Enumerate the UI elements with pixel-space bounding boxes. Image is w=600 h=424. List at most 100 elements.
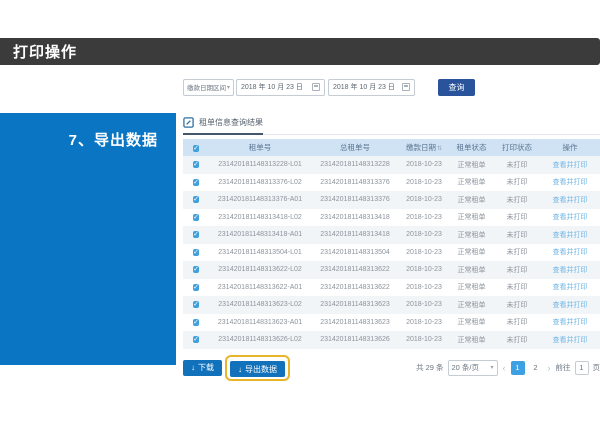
- row-checkbox[interactable]: ✓: [193, 214, 199, 221]
- col-master-no: 总租单号: [311, 142, 399, 153]
- cell-master-no: 231420181148313376: [311, 196, 399, 203]
- goto-page-input[interactable]: 1: [575, 361, 589, 375]
- cell-status: 正常租单: [449, 212, 494, 222]
- cell-master-no: 231420181148313622: [311, 284, 399, 291]
- table-row: ✓ 231420181148313504-L01 231420181148313…: [183, 244, 600, 262]
- row-checkbox[interactable]: ✓: [193, 319, 199, 326]
- page-title: 打印操作: [13, 41, 77, 62]
- main-content: 缴款日期区间 ▾ 2018 年 10 月 23 日 2018 年 10 月 23…: [183, 78, 600, 381]
- row-checkbox[interactable]: ✓: [193, 266, 199, 273]
- table-body: ✓ 231420181148313228-L01 231420181148313…: [183, 156, 600, 349]
- cell-master-no: 231420181148313623: [311, 319, 399, 326]
- view-print-link[interactable]: 查看并打印: [540, 160, 600, 170]
- cell-order-no: 231420181148313623-L02: [209, 301, 311, 308]
- cell-pay-date: 2018-10-23: [399, 214, 449, 221]
- download-button[interactable]: ↓ 下载: [183, 360, 222, 376]
- cell-status: 正常租单: [449, 300, 494, 310]
- row-checkbox[interactable]: ✓: [193, 231, 199, 238]
- cell-master-no: 231420181148313622: [311, 266, 399, 273]
- cell-print-status: 未打印: [494, 282, 540, 292]
- download-icon: ↓: [238, 365, 242, 374]
- tab-rent-order-results[interactable]: 租单信息查询结果: [183, 117, 263, 135]
- table-row: ✓ 231420181148313376-A01 231420181148313…: [183, 191, 600, 209]
- view-print-link[interactable]: 查看并打印: [540, 195, 600, 205]
- cell-pay-date: 2018-10-23: [399, 301, 449, 308]
- view-print-link[interactable]: 查看并打印: [540, 265, 600, 275]
- cell-print-status: 未打印: [494, 230, 540, 240]
- cell-status: 正常租单: [449, 177, 494, 187]
- cell-status: 正常租单: [449, 265, 494, 275]
- cell-print-status: 未打印: [494, 335, 540, 345]
- col-order-no: 租单号: [209, 142, 311, 153]
- document-icon: [183, 117, 194, 128]
- step-label: 7、导出数据: [69, 129, 158, 150]
- export-data-button[interactable]: ↓ 导出数据: [230, 361, 285, 377]
- row-checkbox[interactable]: ✓: [193, 179, 199, 186]
- goto-suffix: 页: [593, 362, 600, 373]
- cell-master-no: 231420181148313626: [311, 336, 399, 343]
- row-checkbox[interactable]: ✓: [193, 336, 199, 343]
- cell-order-no: 231420181148313228-L01: [209, 161, 311, 168]
- calendar-icon: [312, 83, 320, 91]
- cell-status: 正常租单: [449, 230, 494, 240]
- next-page-button[interactable]: ›: [547, 363, 552, 373]
- view-print-link[interactable]: 查看并打印: [540, 335, 600, 345]
- cell-master-no: 231420181148313418: [311, 214, 399, 221]
- chevron-down-icon: ▾: [490, 364, 493, 371]
- cell-master-no: 231420181148313376: [311, 179, 399, 186]
- cell-master-no: 231420181148313623: [311, 301, 399, 308]
- date-from-input[interactable]: 2018 年 10 月 23 日: [236, 79, 325, 96]
- row-checkbox[interactable]: ✓: [193, 196, 199, 203]
- page-button-2[interactable]: 2: [529, 361, 543, 375]
- col-status: 租单状态: [449, 142, 494, 153]
- date-from-value: 2018 年 10 月 23 日: [241, 82, 303, 92]
- export-highlight-annotation: ↓ 导出数据: [225, 355, 290, 382]
- view-print-link[interactable]: 查看并打印: [540, 230, 600, 240]
- filter-bar: 缴款日期区间 ▾ 2018 年 10 月 23 日 2018 年 10 月 23…: [183, 78, 600, 96]
- table-row: ✓ 231420181148313623-A01 231420181148313…: [183, 314, 600, 332]
- cell-order-no: 231420181148313418-L02: [209, 214, 311, 221]
- date-range-type-select[interactable]: 缴款日期区间 ▾: [183, 79, 234, 96]
- cell-print-status: 未打印: [494, 247, 540, 257]
- table-row: ✓ 231420181148313228-L01 231420181148313…: [183, 156, 600, 174]
- cell-pay-date: 2018-10-23: [399, 161, 449, 168]
- cell-print-status: 未打印: [494, 265, 540, 275]
- page-size-select[interactable]: 20 条/页 ▾: [448, 360, 498, 376]
- cell-pay-date: 2018-10-23: [399, 249, 449, 256]
- col-print-status: 打印状态: [494, 142, 540, 153]
- table-row: ✓ 231420181148313622-A01 231420181148313…: [183, 279, 600, 297]
- row-checkbox[interactable]: ✓: [193, 284, 199, 291]
- download-icon: ↓: [191, 363, 195, 372]
- view-print-link[interactable]: 查看并打印: [540, 300, 600, 310]
- prev-page-button[interactable]: ‹: [502, 363, 507, 373]
- view-print-link[interactable]: 查看并打印: [540, 212, 600, 222]
- cell-master-no: 231420181148313228: [311, 161, 399, 168]
- view-print-link[interactable]: 查看并打印: [540, 247, 600, 257]
- sort-icon[interactable]: ⇅: [437, 146, 442, 152]
- date-to-input[interactable]: 2018 年 10 月 23 日: [328, 79, 415, 96]
- row-checkbox[interactable]: ✓: [193, 301, 199, 308]
- table-row: ✓ 231420181148313418-A01 231420181148313…: [183, 226, 600, 244]
- cell-status: 正常租单: [449, 195, 494, 205]
- cell-order-no: 231420181148313418-A01: [209, 231, 311, 238]
- cell-order-no: 231420181148313376-A01: [209, 196, 311, 203]
- cell-status: 正常租单: [449, 282, 494, 292]
- cell-print-status: 未打印: [494, 212, 540, 222]
- page-button-1[interactable]: 1: [511, 361, 525, 375]
- view-print-link[interactable]: 查看并打印: [540, 317, 600, 327]
- table-row: ✓ 231420181148313626-L02 231420181148313…: [183, 331, 600, 349]
- pagination: 共 29 条 20 条/页 ▾ ‹ 1 2 › 前往 1 页: [416, 360, 600, 376]
- view-print-link[interactable]: 查看并打印: [540, 282, 600, 292]
- col-pay-date[interactable]: 缴款日期⇅: [399, 142, 449, 153]
- select-all-checkbox[interactable]: ✓: [193, 145, 199, 152]
- footer-bar: ↓ 下载 ↓ 导出数据 共 29 条 20 条/页 ▾ ‹ 1 2 › 前往: [183, 355, 600, 382]
- cell-pay-date: 2018-10-23: [399, 284, 449, 291]
- slide: 打印操作 7、导出数据 缴款日期区间 ▾ 2018 年 10 月 23 日 20…: [0, 0, 600, 424]
- row-checkbox[interactable]: ✓: [193, 249, 199, 256]
- cell-pay-date: 2018-10-23: [399, 319, 449, 326]
- query-button[interactable]: 查询: [438, 79, 475, 96]
- view-print-link[interactable]: 查看并打印: [540, 177, 600, 187]
- title-banner: 打印操作: [0, 38, 600, 65]
- row-checkbox[interactable]: ✓: [193, 161, 199, 168]
- chevron-down-icon: ▾: [227, 84, 230, 91]
